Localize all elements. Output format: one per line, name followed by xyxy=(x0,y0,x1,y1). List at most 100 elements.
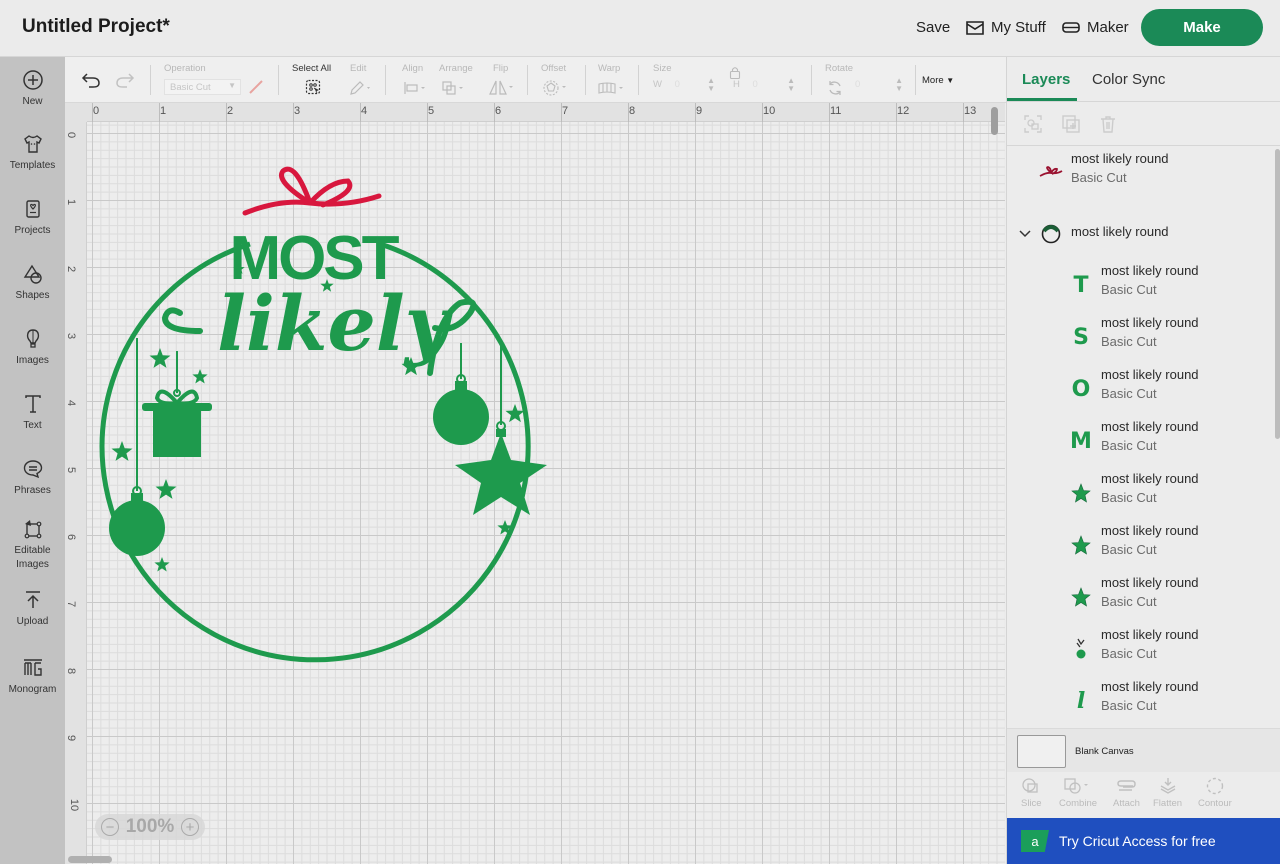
duplicate-icon[interactable] xyxy=(1061,114,1081,134)
nav-new[interactable]: New xyxy=(0,69,65,109)
my-stuff-button[interactable]: My Stuff xyxy=(966,19,1046,36)
ball-ornament-left[interactable] xyxy=(109,486,165,556)
layer-row[interactable]: most likely round Basic Cut xyxy=(1007,625,1273,675)
horizontal-scrollbar[interactable] xyxy=(68,856,112,863)
ball-ornament-right[interactable] xyxy=(433,374,489,445)
ribbon-bow[interactable] xyxy=(242,166,382,216)
star-thumb-icon xyxy=(1071,535,1091,555)
cricut-access-banner[interactable]: a Try Cricut Access for free xyxy=(1007,818,1280,864)
flip-icon[interactable] xyxy=(488,79,516,96)
width-field[interactable]: W 0 ▲ ▼ xyxy=(653,77,715,95)
layer-row[interactable]: most likely round xyxy=(1007,211,1273,261)
layer-row[interactable]: l most likely round Basic Cut xyxy=(1007,677,1273,727)
nav-phrases[interactable]: Phrases xyxy=(0,458,65,498)
edit-group[interactable]: Edit xyxy=(350,63,366,74)
arrange-group[interactable]: Arrange xyxy=(439,63,473,74)
layer-operation: Basic Cut xyxy=(1101,334,1157,349)
layer-row[interactable]: most likely round Basic Cut xyxy=(1007,149,1273,199)
project-title[interactable]: Untitled Project* xyxy=(22,16,170,38)
blank-canvas-thumb xyxy=(1017,735,1066,768)
small-star[interactable] xyxy=(154,557,170,572)
toolbar-divider xyxy=(278,65,279,95)
small-star[interactable] xyxy=(155,479,177,499)
zoom-in-button[interactable]: + xyxy=(180,818,199,836)
rotate-field[interactable]: 0 ▲ ▼ xyxy=(851,77,903,95)
nav-monogram[interactable]: Monogram xyxy=(0,657,65,697)
layer-row[interactable]: Smost likely round Basic Cut xyxy=(1007,313,1273,363)
layer-thumbnail: l xyxy=(1069,687,1093,715)
tab-color-sync[interactable]: Color Sync xyxy=(1092,71,1165,88)
height-value: 0 xyxy=(752,79,758,90)
offset-group[interactable]: Offset xyxy=(541,63,566,74)
stepper-icon[interactable]: ▲ ▼ xyxy=(895,77,903,93)
align-group[interactable]: Align xyxy=(402,63,423,74)
layer-row[interactable]: Mmost likely round Basic Cut xyxy=(1007,417,1273,467)
nav-label: Shapes xyxy=(15,290,50,301)
gift-ornament[interactable] xyxy=(142,389,212,457)
small-star[interactable] xyxy=(111,441,133,461)
layers-scrollbar[interactable] xyxy=(1275,149,1280,439)
nav-projects[interactable]: Projects xyxy=(0,198,65,238)
small-star[interactable] xyxy=(192,369,208,384)
layer-name: most likely round xyxy=(1101,575,1199,590)
stepper-icon[interactable]: ▲ ▼ xyxy=(707,77,715,93)
redo-icon[interactable] xyxy=(115,72,135,88)
warp-group[interactable]: Warp xyxy=(598,63,620,74)
rotate-icon[interactable] xyxy=(827,80,843,96)
save-button[interactable]: Save xyxy=(916,19,950,36)
pencil-icon[interactable] xyxy=(349,80,373,96)
contour-button[interactable]: Contour xyxy=(1198,777,1232,809)
combine-button[interactable]: Combine xyxy=(1059,777,1097,809)
undo-icon[interactable] xyxy=(81,72,101,88)
attach-button[interactable]: Attach xyxy=(1113,777,1140,809)
lock-icon[interactable] xyxy=(729,66,741,79)
trash-icon[interactable] xyxy=(1098,114,1118,134)
operation-select[interactable]: Basic Cut ▼ xyxy=(164,79,241,95)
color-swatch-icon[interactable] xyxy=(248,79,264,95)
layer-row[interactable]: most likely round Basic Cut xyxy=(1007,521,1273,571)
more-button[interactable]: More ▼ xyxy=(922,75,954,86)
width-label: W xyxy=(653,79,662,90)
make-button[interactable]: Make xyxy=(1141,9,1263,46)
select-all-group[interactable]: Select All xyxy=(292,63,331,74)
vertical-scrollbar[interactable] xyxy=(991,107,998,135)
chevron-down-icon[interactable] xyxy=(1019,225,1031,238)
design-canvas[interactable]: 0 1 2 3 4 5 6 7 8 9 10 11 12 13 0 1 2 3 4 5 6 7 8 9 10 MOST lik… xyxy=(65,103,1005,864)
layer-row[interactable]: Tmost likely round Basic Cut xyxy=(1007,261,1273,311)
warp-icon[interactable] xyxy=(597,80,627,96)
nav-templates[interactable]: Templates xyxy=(0,133,65,173)
nav-images[interactable]: Images xyxy=(0,328,65,368)
blank-canvas-row[interactable]: Blank Canvas xyxy=(1007,728,1280,772)
flatten-button[interactable]: Flatten xyxy=(1153,777,1182,809)
group-icon[interactable] xyxy=(1023,114,1043,134)
layer-row[interactable]: Omost likely round Basic Cut xyxy=(1007,365,1273,415)
most-likely-ornament-design[interactable]: MOST likely xyxy=(65,103,1005,864)
zoom-out-button[interactable]: − xyxy=(101,818,119,836)
nav-editable-images[interactable]: Editable Images xyxy=(0,518,65,572)
layer-name: most likely round xyxy=(1101,367,1199,382)
layer-row[interactable]: most likely round Basic Cut xyxy=(1007,469,1273,519)
small-star[interactable] xyxy=(505,404,525,423)
select-all-icon[interactable] xyxy=(305,79,321,95)
nav-upload[interactable]: Upload xyxy=(0,589,65,629)
small-star[interactable] xyxy=(149,348,171,368)
flip-group[interactable]: Flip xyxy=(493,63,508,74)
layer-thumbnail: S xyxy=(1069,323,1093,351)
offset-icon[interactable] xyxy=(542,79,570,96)
slice-button[interactable]: Slice xyxy=(1021,777,1042,809)
nav-text[interactable]: Text xyxy=(0,393,65,433)
layer-name: most likely round xyxy=(1101,263,1199,278)
layer-name: most likely round xyxy=(1101,627,1199,642)
stepper-icon[interactable]: ▲ ▼ xyxy=(787,77,795,93)
rotate-label: Rotate xyxy=(825,63,853,74)
layer-row[interactable]: most likely round Basic Cut xyxy=(1007,573,1273,623)
arrange-icon[interactable] xyxy=(441,80,467,96)
upload-icon xyxy=(25,591,40,608)
layer-thumbnail xyxy=(1069,479,1093,507)
nav-shapes[interactable]: Shapes xyxy=(0,263,65,303)
design-text[interactable]: MOST likely xyxy=(217,224,454,368)
maker-button[interactable]: Maker xyxy=(1062,19,1129,36)
tab-layers[interactable]: Layers xyxy=(1022,71,1070,88)
height-field[interactable]: H 0 ▲ ▼ xyxy=(733,77,795,95)
align-icon[interactable] xyxy=(403,80,429,96)
